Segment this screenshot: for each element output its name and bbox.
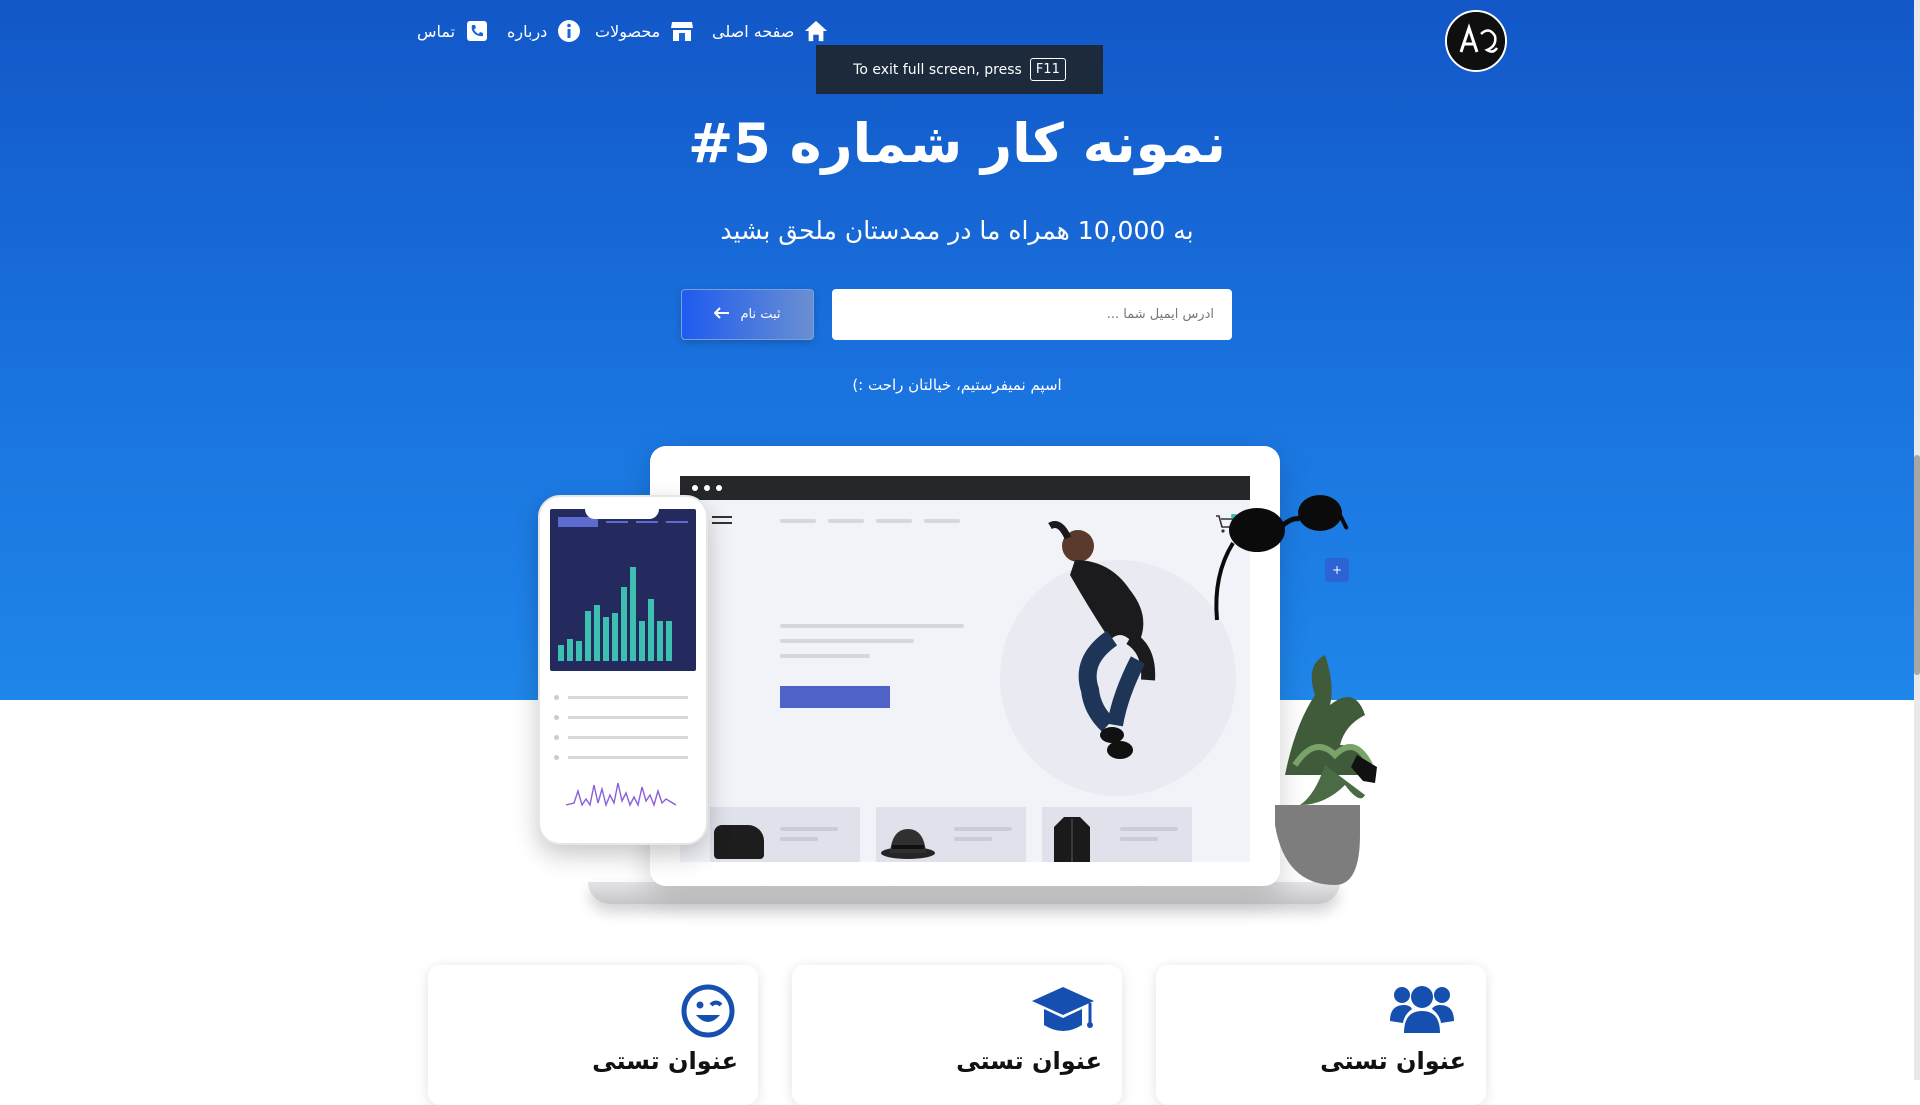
site-logo[interactable] [1445, 10, 1507, 72]
signup-button[interactable]: ثبت نام [681, 289, 814, 340]
laptop-illustration [650, 446, 1280, 886]
product-card [876, 807, 1026, 862]
feature-card-title: عنوان تستی [1320, 1047, 1466, 1075]
nav-about[interactable]: درباره [507, 19, 581, 43]
browser-content [680, 500, 1250, 862]
info-icon [557, 19, 581, 43]
model-figure [1020, 520, 1180, 774]
shoe-image [714, 825, 764, 859]
feature-card-wink[interactable]: عنوان تستی [428, 965, 758, 1105]
users-icon [1390, 983, 1454, 1043]
plant-illustration [1275, 655, 1385, 889]
fullscreen-toast-text: To exit full screen, press [853, 61, 1022, 78]
scroll-thumb[interactable] [1914, 455, 1920, 675]
browser-bar [680, 476, 1250, 500]
phone-icon [465, 19, 489, 43]
feature-card-education[interactable]: عنوان تستی [792, 965, 1122, 1105]
feature-card-users[interactable]: عنوان تستی [1156, 965, 1486, 1105]
spam-note: اسپم نمیفرستیم، خیالتان راحت :) [852, 376, 1062, 394]
email-input[interactable] [832, 289, 1232, 340]
signup-button-label: ثبت نام [740, 307, 781, 322]
store-icon [670, 19, 694, 43]
product-card [1042, 807, 1192, 862]
feature-card-title: عنوان تستی [592, 1047, 738, 1075]
phone-sparkline [565, 777, 677, 813]
nav-home-label: صفحه اصلی [712, 21, 795, 41]
nav-contact[interactable]: تماس [417, 19, 489, 43]
phone-chart [550, 509, 696, 671]
nav-contact-label: تماس [417, 21, 456, 41]
nav-home[interactable]: صفحه اصلی [712, 19, 828, 43]
nav-products-label: محصولات [595, 21, 661, 41]
page-title: نمونه کار شماره 5# [688, 112, 1226, 175]
phone-illustration [538, 495, 708, 845]
scrollbar[interactable] [1914, 0, 1920, 1080]
feature-card-title: عنوان تستی [956, 1047, 1102, 1075]
hat-image [880, 823, 936, 859]
fullscreen-toast-key: F11 [1029, 58, 1066, 81]
fullscreen-toast: To exit full screen, press F11 [816, 45, 1103, 94]
sunglasses-illustration [1205, 485, 1355, 629]
jacket-image [1052, 815, 1092, 862]
graduation-cap-icon [1030, 983, 1094, 1043]
product-card [710, 807, 860, 862]
home-icon [804, 19, 828, 43]
hero-subtitle: به 10,000 همراه ما در ممدستان ملحق بشید [720, 216, 1194, 245]
nav-products[interactable]: محصولات [595, 19, 694, 43]
plus-icon[interactable]: + [1325, 558, 1349, 582]
nav-about-label: درباره [507, 21, 548, 41]
arrow-left-icon [714, 306, 730, 323]
wink-face-icon [680, 983, 740, 1043]
